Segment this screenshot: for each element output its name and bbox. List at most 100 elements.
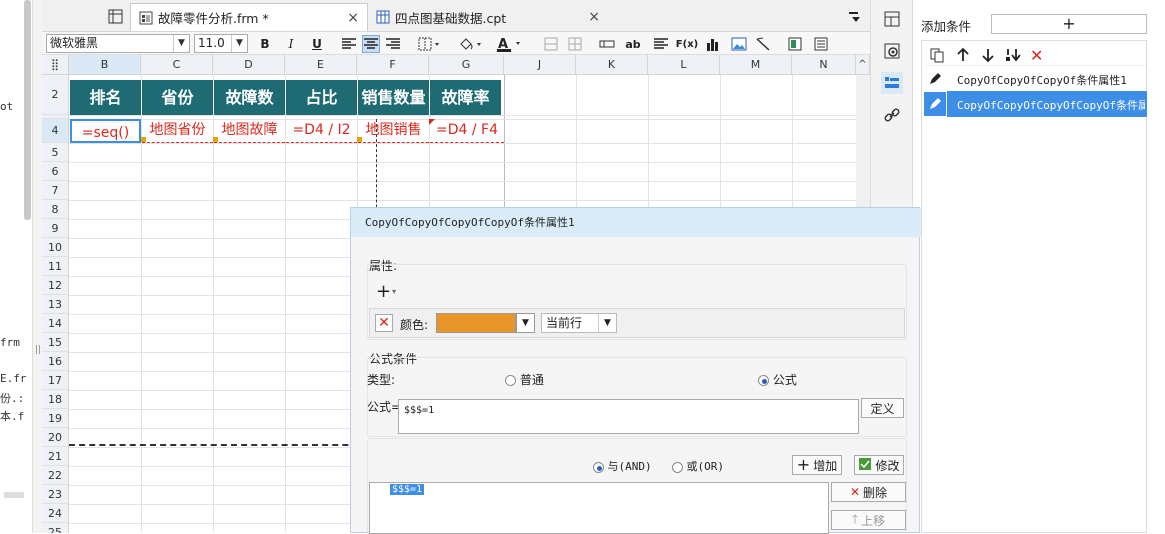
move-up-icon[interactable] [956, 47, 970, 66]
insert-cell-icon[interactable] [598, 35, 616, 53]
formula-cell[interactable]: =D4 / F4 [430, 119, 504, 143]
row-header[interactable]: 10 [42, 238, 69, 257]
scroll-up-icon[interactable]: ^ [856, 55, 870, 75]
column-header[interactable]: E [285, 55, 357, 75]
row-header[interactable]: 24 [42, 504, 69, 523]
delete-button[interactable]: ✕ 删除 [831, 482, 906, 502]
row-header[interactable]: 25 [42, 523, 69, 533]
file-tree-text[interactable]: E.fr [0, 372, 27, 385]
cell-properties-icon[interactable] [881, 8, 903, 30]
scope-select[interactable]: 当前行 ▼ [541, 313, 617, 333]
panel-splitter[interactable]: || [32, 0, 42, 533]
formula-cell[interactable]: 地图省份 [142, 119, 213, 143]
tab-fault-analysis[interactable]: 故障零件分析.frm * × [130, 3, 368, 31]
slash-icon[interactable] [754, 35, 772, 53]
condition-attributes-icon[interactable] [881, 72, 903, 94]
header-cell[interactable]: 省份 [142, 80, 214, 115]
formula-cell-selected[interactable]: =seq() [70, 119, 141, 143]
define-button[interactable]: 定义 [861, 398, 904, 418]
formula-cell[interactable]: =D4 / I2 [286, 119, 357, 143]
column-header[interactable]: J [504, 55, 576, 75]
remove-attribute-icon[interactable]: ✕ [375, 314, 393, 332]
or-radio[interactable]: 或(OR) [672, 458, 724, 474]
column-header[interactable]: D [213, 55, 285, 75]
settings-icon[interactable] [881, 40, 903, 62]
chart-icon[interactable] [704, 35, 722, 53]
header-cell[interactable]: 销售数量 [358, 80, 430, 115]
align-right-icon[interactable] [384, 35, 402, 53]
file-tree-text[interactable]: ot [0, 100, 13, 113]
condition-list-item-selected[interactable]: CopyOfCopyOfCopyOfCopyOf条件属性 [923, 91, 1147, 117]
row-header[interactable]: 6 [42, 162, 69, 181]
column-header[interactable]: N [792, 55, 856, 75]
tab-base-data[interactable]: 四点图基础数据.cpt × [368, 3, 608, 31]
tab-menu-icon[interactable] [846, 8, 864, 26]
paragraph-icon[interactable] [652, 35, 670, 53]
header-cell[interactable]: 排名 [70, 80, 142, 115]
font-name-select[interactable]: 微软雅黑 ▼ [46, 34, 190, 53]
close-icon[interactable]: × [347, 10, 359, 26]
formula-cell[interactable]: 地图销售 [358, 119, 429, 143]
column-header[interactable]: G [429, 55, 504, 75]
font-color-icon[interactable]: A [494, 35, 526, 53]
add-attribute-button[interactable]: + ▾ [376, 281, 406, 302]
report-icon[interactable] [812, 35, 830, 53]
formula-cell[interactable]: 地图故障 [214, 119, 285, 143]
align-left-icon[interactable] [340, 35, 358, 53]
horizontal-scrollbar[interactable] [4, 492, 24, 498]
row-header[interactable]: 9 [42, 219, 69, 238]
row-header[interactable]: 18 [42, 390, 69, 409]
hyperlink-icon[interactable] [881, 104, 903, 126]
widget-icon[interactable] [786, 35, 804, 53]
border-icon[interactable] [416, 35, 444, 53]
chevron-down-icon[interactable]: ▼ [516, 313, 535, 333]
column-header[interactable]: K [576, 55, 648, 75]
row-header[interactable]: 14 [42, 314, 69, 333]
row-header[interactable]: 8 [42, 200, 69, 219]
row-header[interactable]: 19 [42, 409, 69, 428]
modify-button[interactable]: 修改 [854, 455, 904, 475]
row-header[interactable]: 2 [42, 75, 69, 115]
font-size-select[interactable]: 11.0 ▼ [194, 34, 248, 53]
row-header[interactable]: 15 [42, 333, 69, 352]
row-header[interactable]: 17 [42, 371, 69, 390]
underline-button[interactable]: U [308, 35, 326, 53]
corner-icon[interactable]: ⣿ [42, 55, 69, 75]
merge-cells-icon[interactable] [542, 35, 560, 53]
close-icon[interactable]: × [588, 9, 600, 25]
move-up-button[interactable]: 🡑 上移 [831, 510, 906, 530]
bold-button[interactable]: B [256, 35, 274, 53]
fill-color-icon[interactable] [456, 35, 486, 53]
color-swatch[interactable] [436, 313, 516, 333]
file-tree-scrollbar[interactable] [24, 0, 31, 220]
move-down-icon[interactable] [981, 47, 995, 66]
row-header[interactable]: 13 [42, 295, 69, 314]
align-center-icon[interactable] [362, 35, 380, 53]
condition-formula-item[interactable]: $$$=1 [390, 484, 425, 495]
column-header[interactable]: B [69, 55, 141, 75]
column-header[interactable]: L [648, 55, 720, 75]
header-cell[interactable]: 占比 [286, 80, 358, 115]
and-radio[interactable]: 与(AND) [593, 458, 652, 474]
copy-icon[interactable] [929, 47, 945, 66]
condition-list-item[interactable]: CopyOfCopyOfCopyOf条件属性1 [923, 67, 1147, 91]
formula-button[interactable]: F(x) [676, 35, 698, 53]
column-header[interactable]: C [141, 55, 213, 75]
column-header[interactable]: M [720, 55, 792, 75]
add-condition-button[interactable]: + [991, 14, 1147, 34]
text-button[interactable]: ab [624, 35, 642, 53]
file-tree-text[interactable]: frm [0, 336, 20, 349]
split-cells-icon[interactable] [566, 35, 584, 53]
grid-icon[interactable] [106, 7, 124, 25]
row-header[interactable]: 23 [42, 485, 69, 504]
row-header[interactable]: 4 [42, 119, 69, 143]
row-header[interactable]: 22 [42, 466, 69, 485]
type-formula-radio[interactable]: 公式 [758, 371, 797, 388]
type-normal-radio[interactable]: 普通 [505, 371, 544, 388]
column-header[interactable]: F [357, 55, 429, 75]
row-header[interactable]: 5 [42, 143, 69, 162]
formula-input[interactable]: $$$=1 [398, 399, 859, 434]
row-header[interactable]: 12 [42, 276, 69, 295]
file-tree-text[interactable]: 份.: [0, 390, 24, 406]
row-header[interactable]: 11 [42, 257, 69, 276]
